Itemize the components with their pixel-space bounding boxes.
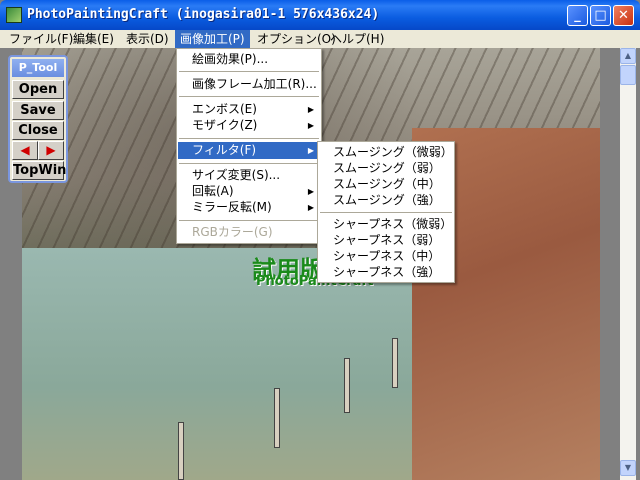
menu-bar: ファイル(F) 編集(E) 表示(D) 画像加工(P) オプション(O) ヘルプ…	[0, 30, 640, 48]
ptool-palette: P_Tool Open Save Close ◀ ▶ TopWin	[8, 55, 68, 183]
close-file-button[interactable]: Close	[12, 121, 64, 140]
topwin-button[interactable]: TopWin	[12, 161, 66, 180]
save-button[interactable]: Save	[12, 101, 64, 120]
filter-smoothing-strong[interactable]: スムージング（強）	[319, 192, 453, 208]
fence-post	[274, 388, 280, 448]
menu-item-rgb-color: RGBカラー(G)	[178, 224, 320, 241]
scroll-up-button[interactable]: ▲	[620, 48, 636, 64]
filter-smoothing-very-weak[interactable]: スムージング（微弱）	[319, 144, 453, 160]
menu-item-emboss[interactable]: エンボス(E) ▶	[178, 101, 320, 118]
menu-separator	[179, 138, 319, 139]
filter-submenu: スムージング（微弱） スムージング（弱） スムージング（中） スムージング（強）…	[317, 141, 455, 283]
app-icon[interactable]	[6, 7, 22, 23]
minimize-button[interactable]: _	[567, 5, 588, 26]
fence-post	[344, 358, 350, 413]
submenu-arrow-icon: ▶	[307, 121, 314, 130]
menu-separator	[179, 163, 319, 164]
menu-item-mosaic[interactable]: モザイク(Z) ▶	[178, 117, 320, 134]
menu-separator	[179, 71, 319, 72]
prev-arrow-icon[interactable]: ◀	[12, 141, 38, 160]
title-bar[interactable]: PhotoPaintingCraft (inogasira01-1 576x43…	[0, 0, 640, 30]
menu-separator	[179, 220, 319, 221]
menu-item-painting-effect[interactable]: 絵画効果(P)...	[178, 51, 320, 68]
menu-item-rotate[interactable]: 回転(A) ▶	[178, 183, 320, 200]
image-processing-menu: 絵画効果(P)... 画像フレーム加工(R)... エンボス(E) ▶ モザイク(…	[176, 48, 322, 244]
scroll-down-button[interactable]: ▼	[620, 460, 636, 476]
submenu-arrow-icon: ▶	[307, 146, 314, 155]
filter-sharpness-strong[interactable]: シャープネス（強）	[319, 264, 453, 280]
next-arrow-icon[interactable]: ▶	[38, 141, 64, 160]
maximize-button[interactable]: □	[590, 5, 611, 26]
submenu-arrow-icon: ▶	[307, 105, 314, 114]
menu-view[interactable]: 表示(D)	[121, 30, 174, 48]
open-button[interactable]: Open	[12, 80, 64, 99]
vertical-scrollbar[interactable]: ▲ ▼	[620, 48, 636, 480]
menu-image-processing[interactable]: 画像加工(P)	[175, 30, 250, 48]
close-button[interactable]: ✕	[613, 5, 634, 26]
menu-item-label: サイズ変更(S)...	[192, 168, 281, 182]
fence-post	[178, 422, 184, 480]
menu-item-label: 絵画効果(P)...	[192, 52, 269, 66]
menu-separator	[320, 212, 452, 213]
menu-separator	[179, 96, 319, 97]
menu-item-label: モザイク(Z)	[192, 118, 258, 132]
menu-item-filter[interactable]: フィルタ(F) ▶	[178, 142, 320, 159]
menu-item-label: フィルタ(F)	[192, 143, 257, 157]
submenu-arrow-icon: ▶	[307, 187, 314, 196]
fence-post	[392, 338, 398, 388]
ptool-title[interactable]: P_Tool	[12, 59, 64, 77]
menu-item-mirror[interactable]: ミラー反転(M) ▶	[178, 199, 320, 216]
menu-item-label: 画像フレーム加工(R)...	[192, 77, 317, 91]
submenu-arrow-icon: ▶	[307, 203, 314, 212]
menu-item-label: エンボス(E)	[192, 102, 257, 116]
menu-item-label: ミラー反転(M)	[192, 200, 272, 214]
menu-help[interactable]: ヘルプ(H)	[325, 30, 389, 48]
filter-sharpness-medium[interactable]: シャープネス（中）	[319, 248, 453, 264]
window-title: PhotoPaintingCraft (inogasira01-1 576x43…	[27, 7, 380, 22]
filter-sharpness-very-weak[interactable]: シャープネス（微弱）	[319, 216, 453, 232]
menu-item-label: RGBカラー(G)	[192, 225, 273, 239]
menu-edit[interactable]: 編集(E)	[68, 30, 119, 48]
menu-item-label: 回転(A)	[192, 184, 234, 198]
filter-smoothing-medium[interactable]: スムージング（中）	[319, 176, 453, 192]
filter-smoothing-weak[interactable]: スムージング（弱）	[319, 160, 453, 176]
menu-item-frame[interactable]: 画像フレーム加工(R)...	[178, 76, 320, 93]
scroll-thumb[interactable]	[620, 65, 636, 85]
filter-sharpness-weak[interactable]: シャープネス（弱）	[319, 232, 453, 248]
menu-item-resize[interactable]: サイズ変更(S)...	[178, 167, 320, 184]
